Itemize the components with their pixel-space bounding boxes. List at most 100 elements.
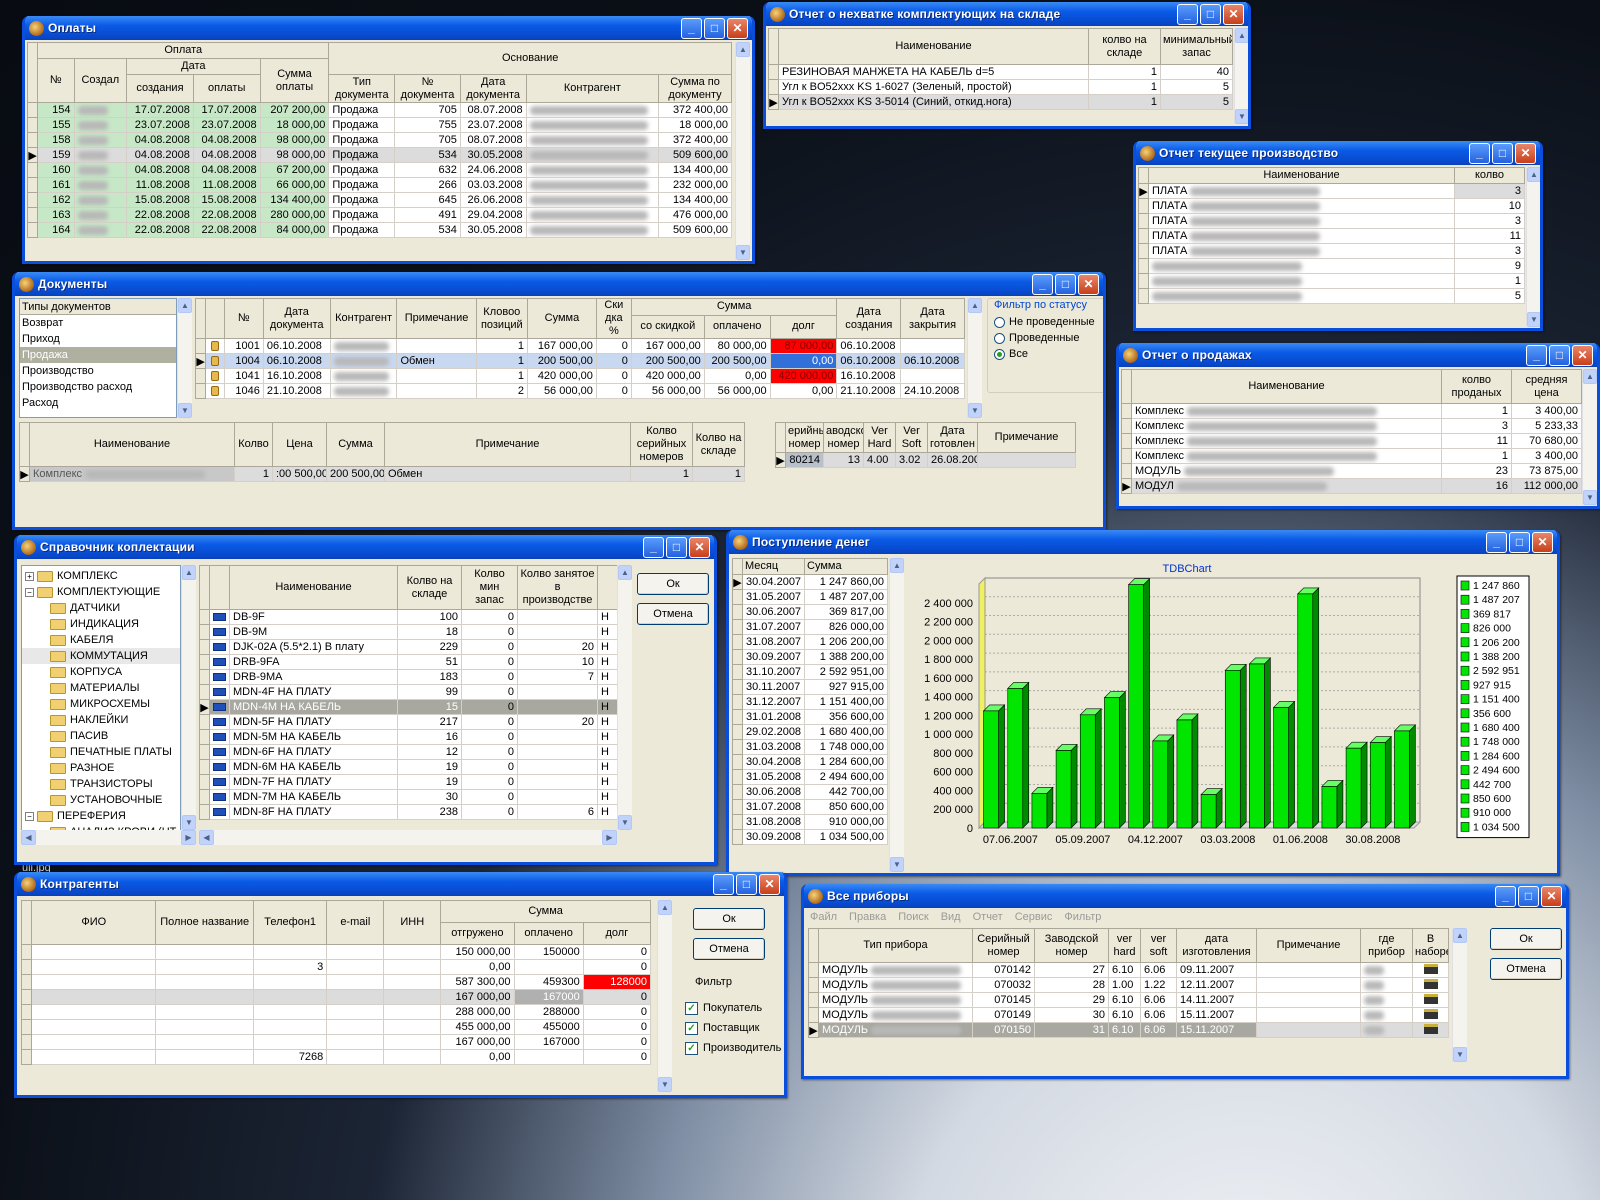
table-row[interactable]: 161 11.08.2008 11.08.2008 66 000,00 Продажа 2… — [26, 177, 732, 193]
col-stock[interactable]: Колво на складе — [692, 422, 745, 467]
table-row[interactable]: 1046 21.10.2008 2 56 000,00 0 56 000,00 56 000… — [194, 383, 965, 399]
col-inn[interactable]: ИНН — [383, 900, 442, 945]
col-created[interactable]: создания — [126, 74, 194, 103]
close-button[interactable]: ✕ — [1572, 344, 1593, 366]
production-titlebar[interactable]: Отчет текущее производство _ □ ✕ — [1136, 141, 1540, 165]
col-note[interactable]: Примечание — [1256, 928, 1361, 963]
tree-scrollbar[interactable]: ▲ ▼ — [181, 565, 196, 830]
close-button[interactable]: ✕ — [1515, 142, 1536, 164]
table-row[interactable]: Комплекс 11 70 680,00 — [1121, 433, 1582, 449]
tree-node[interactable]: НАКЛЕЙКИ — [22, 712, 180, 728]
col-name[interactable]: Наименование — [1131, 369, 1442, 404]
maximize-button[interactable]: □ — [1492, 142, 1513, 164]
tree-node[interactable]: ТРАНЗИСТОРЫ — [22, 776, 180, 792]
col-min[interactable]: минимальный запас — [1160, 28, 1233, 65]
contractors-scrollbar[interactable]: ▲ ▼ — [657, 900, 672, 1092]
col-busy[interactable]: Колво занятое в производстве — [517, 565, 598, 610]
minimize-button[interactable]: _ — [713, 873, 734, 895]
tree-node[interactable]: МАТЕРИАЛЫ — [22, 680, 180, 696]
table-row[interactable]: ▶ ПЛАТА 3 — [1138, 183, 1525, 199]
table-row[interactable]: 163 22.08.2008 22.08.2008 280 000,00 Продажа… — [26, 207, 732, 223]
table-row[interactable]: 167 000,00 167000 0 — [20, 989, 652, 1005]
tree-node[interactable]: РАЗНОЕ — [22, 760, 180, 776]
table-row[interactable]: 31.07.2008 850 600,00 — [732, 799, 888, 815]
sales-titlebar[interactable]: Отчет о продажах _ □ ✕ — [1119, 343, 1597, 367]
list-item[interactable]: Продажа — [20, 347, 176, 363]
col-paid[interactable]: оплачено — [703, 314, 771, 340]
table-row[interactable]: ▶ 159 04.08.2008 04.08.2008 98 000,00 Продажа… — [26, 147, 732, 163]
col-sum[interactable]: Сумма — [326, 422, 385, 467]
producer-checkbox[interactable]: ✓ Производитель — [685, 1038, 781, 1058]
col-name[interactable]: Наименование — [29, 422, 235, 467]
table-row[interactable]: MDN-5M НА КАБЕЛЬ 16 0 Н — [199, 729, 618, 745]
minimize-button[interactable]: _ — [681, 17, 702, 39]
col-factory[interactable]: Заводской номер — [1034, 928, 1109, 963]
table-row[interactable]: 31.05.2008 2 494 600,00 — [732, 769, 888, 785]
money-titlebar[interactable]: Поступление денег _ □ ✕ — [729, 530, 1557, 554]
cancel-button[interactable]: Отмена — [637, 603, 709, 625]
col-created[interactable]: Дата создания — [836, 298, 902, 339]
tree-node[interactable]: + КОМПЛЕКС — [22, 568, 180, 584]
table-row[interactable]: 30.04.2008 1 284 600,00 — [732, 754, 888, 770]
table-row[interactable]: 30.11.2007 927 915,00 — [732, 679, 888, 695]
close-button[interactable]: ✕ — [727, 17, 748, 39]
table-row[interactable]: 30.09.2008 1 034 500,00 — [732, 829, 888, 845]
col-phone[interactable]: Телефон1 — [253, 900, 328, 945]
maximize-button[interactable]: □ — [1055, 273, 1076, 295]
list-item[interactable]: Производство расход — [20, 379, 176, 395]
table-row[interactable]: 7268 0,00 0 — [20, 1049, 652, 1065]
table-row[interactable]: МОДУЛЬ 070149 30 6.10 6.06 15.11.2007 — [808, 1007, 1449, 1023]
table-row[interactable]: 31.10.2007 2 592 951,00 — [732, 664, 888, 680]
col-price[interactable]: Цена — [272, 422, 327, 467]
col-withdisc[interactable]: со скидкой — [630, 314, 705, 340]
table-row[interactable]: Комплекс 35 233,33 — [1121, 418, 1582, 434]
col-type[interactable]: Тип прибора — [818, 928, 973, 963]
table-row[interactable]: 31.03.2008 1 748 000,00 — [732, 739, 888, 755]
col-discount[interactable]: Ски дка % — [595, 298, 632, 339]
col-set[interactable]: В наборе — [1412, 928, 1449, 963]
table-row[interactable]: 31.01.2008 356 600,00 — [732, 709, 888, 725]
table-row[interactable]: MDN-5F НА ПЛАТУ 217 0 20 Н — [199, 714, 618, 730]
table-row[interactable]: ПЛАТА 11 — [1138, 228, 1525, 244]
devices-titlebar[interactable]: Все приборы _ □ ✕ — [804, 884, 1566, 908]
list-item[interactable]: Производство — [20, 363, 176, 379]
buyer-checkbox[interactable]: ✓ Покупатель — [685, 998, 781, 1018]
shortage-scrollbar[interactable]: ▲ ▼ — [1234, 28, 1248, 124]
col-hard[interactable]: Ver Hard — [863, 422, 896, 453]
menu-item[interactable]: Поиск — [898, 911, 928, 923]
col-qty[interactable]: колво — [1454, 167, 1525, 184]
tree-hscrollbar[interactable]: ◀ ▶ — [21, 830, 196, 845]
col-serials[interactable]: Колво серийных номеров — [630, 422, 693, 467]
col-month[interactable]: Месяц — [742, 558, 805, 575]
table-row[interactable]: 29.02.2008 1 680 400,00 — [732, 724, 888, 740]
col-serial[interactable]: Серийный номер — [972, 928, 1035, 963]
table-row[interactable]: 154 17.07.2008 17.07.2008 207 200,00 Продажа… — [26, 102, 732, 118]
maximize-button[interactable]: □ — [1509, 531, 1530, 553]
table-row[interactable]: ПЛАТА 10 — [1138, 198, 1525, 214]
table-row[interactable]: Комплекс 13 400,00 — [1121, 403, 1582, 419]
table-row[interactable]: 31.08.2008 910 000,00 — [732, 814, 888, 830]
table-row[interactable]: МОДУЛЬ 23 73 875,00 — [1121, 463, 1582, 479]
table-row[interactable]: Угл к BO52xxx KS 1-6027 (Зеленый, просто… — [768, 79, 1233, 95]
maximize-button[interactable]: □ — [1549, 344, 1570, 366]
table-row[interactable]: 3 0,00 0 — [20, 959, 652, 975]
table-row[interactable]: 158 04.08.2008 04.08.2008 98 000,00 Продажа 7… — [26, 132, 732, 148]
sales-scrollbar[interactable]: ▲ ▼ — [1582, 369, 1597, 505]
documents-scrollbar[interactable]: ▲ ▼ — [967, 298, 982, 418]
table-row[interactable]: DB-9F 100 0 Н — [199, 609, 618, 625]
col-where[interactable]: где прибор — [1360, 928, 1413, 963]
table-row[interactable]: 150 000,00 150000 0 — [20, 944, 652, 960]
col-name[interactable]: Наименование — [778, 28, 1089, 65]
tree-node[interactable]: − КОМПЛЕКТУЮЩИЕ — [22, 584, 180, 600]
col-sum[interactable]: Сумма оплаты — [259, 58, 330, 103]
close-button[interactable]: ✕ — [1532, 531, 1553, 553]
table-row[interactable]: DRB-9FA 51 0 10 Н — [199, 654, 618, 670]
tree-node[interactable]: КОРПУСА — [22, 664, 180, 680]
close-button[interactable]: ✕ — [759, 873, 780, 895]
ok-button[interactable]: Ок — [637, 573, 709, 595]
payments-titlebar[interactable]: Оплаты _ □ ✕ — [25, 16, 752, 40]
col-stock[interactable]: Колво на складе — [397, 565, 462, 610]
table-row[interactable]: 155 23.07.2008 23.07.2008 18 000,00 Продажа 7… — [26, 117, 732, 133]
document-types-list[interactable]: Типы документов Возврат Приход Продажа Произ… — [19, 298, 177, 418]
maximize-button[interactable]: □ — [1200, 3, 1221, 25]
